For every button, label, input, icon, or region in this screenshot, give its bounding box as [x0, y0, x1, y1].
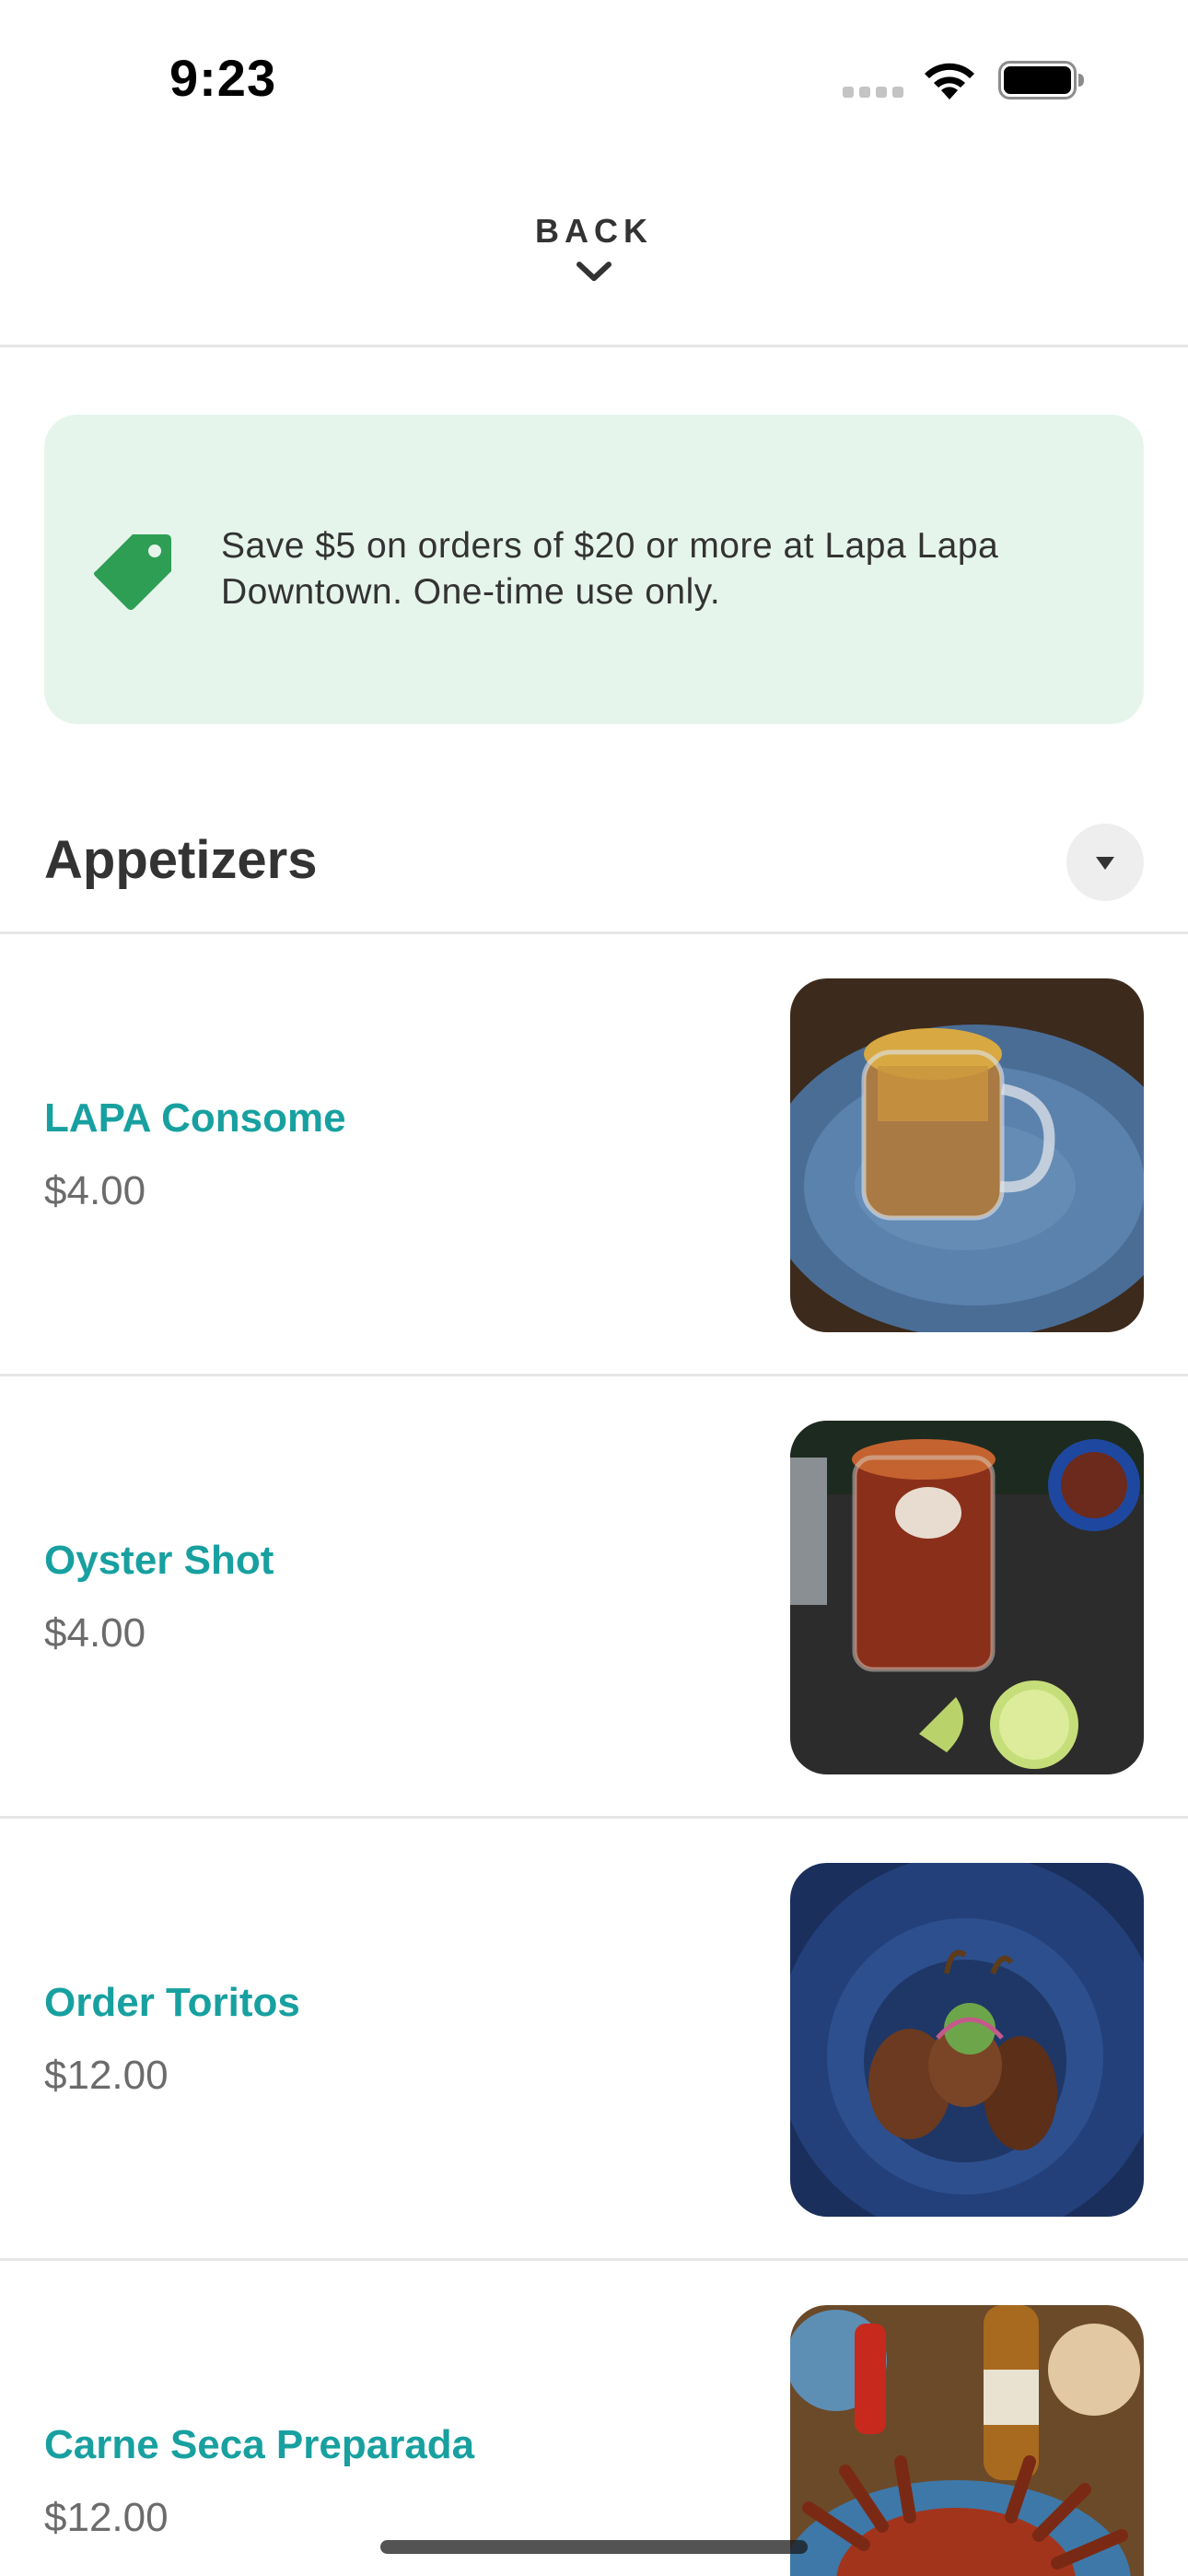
- status-bar: 9:23: [0, 0, 1188, 157]
- section-title: Appetizers: [44, 830, 318, 890]
- status-time: 9:23: [169, 49, 277, 107]
- item-name: Oyster Shot: [44, 1538, 274, 1583]
- home-indicator: [380, 2540, 808, 2554]
- menu-screen: 9:23 BACK Save $5 on orders of $20 or mo…: [0, 0, 1188, 2576]
- menu-item[interactable]: Oyster Shot $4.00: [0, 1376, 1188, 1819]
- item-price: $12.00: [44, 2053, 169, 2098]
- promo-text: Save $5 on orders of $20 or more at Lapa…: [221, 526, 999, 612]
- cellular-signal-icon: [843, 87, 905, 100]
- item-price: $4.00: [44, 1610, 146, 1656]
- item-name: Order Toritos: [44, 1980, 300, 2025]
- tag-icon: [94, 534, 171, 610]
- header: BACK: [0, 157, 1188, 347]
- menu-item[interactable]: Carne Seca Preparada $12.00: [0, 2261, 1188, 2576]
- section-header: Appetizers: [0, 811, 1188, 934]
- carne-seca-photo: [790, 2305, 1144, 2576]
- caret-down-icon: [1096, 857, 1114, 870]
- item-price: $4.00: [44, 1168, 146, 1213]
- toritos-photo: [790, 1863, 1144, 2217]
- chevron-down-icon: [577, 262, 611, 281]
- promo-banner: Save $5 on orders of $20 or more at Lapa…: [44, 415, 1144, 724]
- battery-icon: [998, 61, 1084, 100]
- back-button[interactable]: BACK: [479, 212, 709, 313]
- item-name: LAPA Consome: [44, 1095, 346, 1141]
- menu-item[interactable]: Order Toritos $12.00: [0, 1819, 1188, 2261]
- wifi-icon: [925, 63, 974, 100]
- menu-item[interactable]: LAPA Consome $4.00: [0, 934, 1188, 1376]
- item-name: Carne Seca Preparada: [44, 2422, 475, 2467]
- consome-photo: [790, 978, 1144, 1332]
- collapse-section-button[interactable]: [1066, 824, 1144, 901]
- item-price: $12.00: [44, 2495, 169, 2540]
- oyster-shot-photo: [790, 1421, 1144, 1774]
- back-label: BACK: [535, 212, 653, 250]
